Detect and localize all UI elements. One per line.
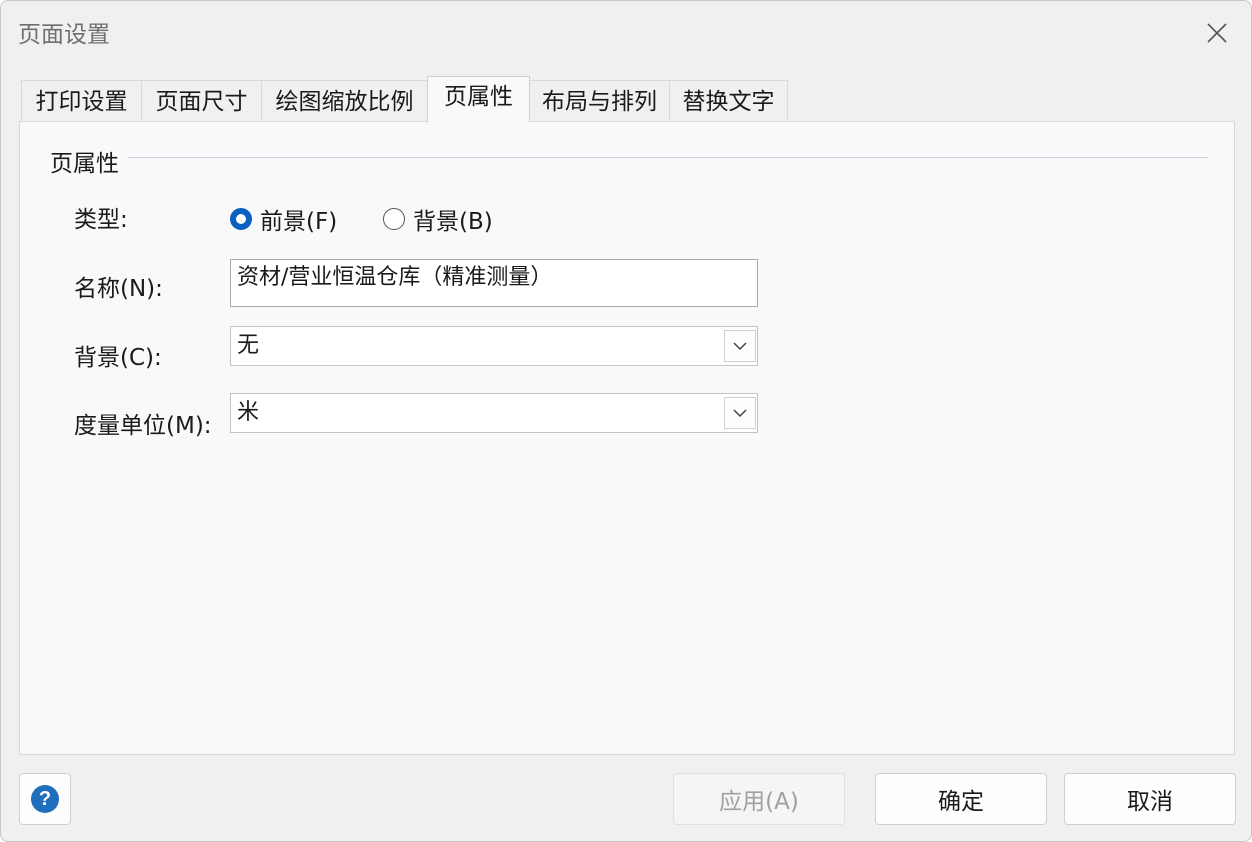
name-input[interactable]: 资材/营业恒温仓库（精准测量） bbox=[230, 259, 758, 307]
unit-dropdown-button[interactable] bbox=[724, 397, 756, 429]
apply-button[interactable]: 应用(A) bbox=[673, 773, 845, 825]
radio-background-label: 背景(B) bbox=[413, 209, 493, 235]
page-setup-dialog: 页面设置 打印设置 页面尺寸 绘图缩放比例 页属性 布局与排列 替换文字 页属性… bbox=[0, 0, 1252, 842]
unit-select[interactable]: 米 bbox=[230, 393, 758, 433]
chevron-down-icon bbox=[733, 341, 747, 350]
group-title: 页属性 bbox=[50, 151, 119, 177]
tab-drawing-scale[interactable]: 绘图缩放比例 bbox=[261, 80, 428, 120]
tab-page-size[interactable]: 页面尺寸 bbox=[141, 80, 262, 120]
radio-unchecked-icon bbox=[383, 208, 405, 230]
background-select[interactable]: 无 bbox=[230, 326, 758, 366]
close-button[interactable] bbox=[1197, 13, 1237, 53]
unit-label: 度量单位(M): bbox=[74, 413, 212, 439]
cancel-button[interactable]: 取消 bbox=[1064, 773, 1236, 825]
dialog-title: 页面设置 bbox=[18, 22, 110, 48]
tab-layout-routing[interactable]: 布局与排列 bbox=[529, 80, 670, 120]
radio-background[interactable]: 背景(B) bbox=[383, 202, 493, 236]
background-select-value: 无 bbox=[237, 333, 260, 358]
background-dropdown-button[interactable] bbox=[724, 330, 756, 362]
background-label: 背景(C): bbox=[74, 345, 162, 371]
radio-checked-icon bbox=[230, 208, 252, 230]
ok-button[interactable]: 确定 bbox=[875, 773, 1047, 825]
unit-select-value: 米 bbox=[237, 400, 260, 425]
radio-foreground[interactable]: 前景(F) bbox=[230, 202, 337, 236]
radio-foreground-label: 前景(F) bbox=[260, 209, 338, 235]
page-properties-panel: 页属性 类型: 前景(F) 背景(B) 名称(N): 资材/营业恒温仓库（精准测… bbox=[19, 121, 1235, 755]
group-divider bbox=[128, 157, 1208, 158]
help-button[interactable]: ? bbox=[19, 773, 71, 825]
chevron-down-icon bbox=[733, 408, 747, 417]
tab-alt-text[interactable]: 替换文字 bbox=[669, 80, 788, 120]
tab-page-properties[interactable]: 页属性 bbox=[427, 76, 530, 122]
type-label: 类型: bbox=[74, 207, 128, 233]
name-label: 名称(N): bbox=[74, 276, 163, 302]
close-icon bbox=[1207, 23, 1227, 43]
help-icon: ? bbox=[31, 785, 59, 813]
tab-print-settings[interactable]: 打印设置 bbox=[21, 80, 142, 120]
